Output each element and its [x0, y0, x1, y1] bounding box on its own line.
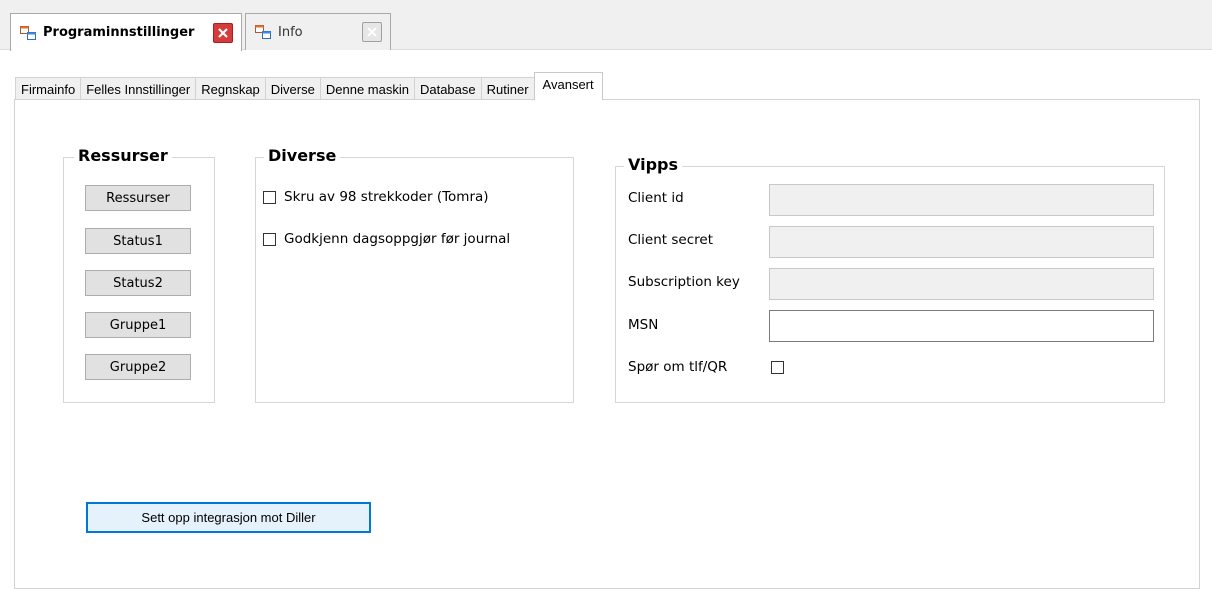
tab-database[interactable]: Database: [413, 77, 482, 100]
settings-tab-row: Firmainfo Felles Innstillinger Regnskap …: [15, 72, 603, 100]
window-app-icon: [255, 25, 271, 39]
tab-denne-maskin[interactable]: Denne maskin: [319, 77, 415, 100]
client-secret-field[interactable]: [769, 226, 1154, 258]
ask-phone-label: Spør om tlf/QR: [628, 359, 728, 375]
doc-tab-info[interactable]: Info: [245, 13, 391, 50]
close-icon[interactable]: [213, 22, 233, 43]
client-secret-label: Client secret: [628, 232, 713, 248]
msn-label: MSN: [628, 317, 659, 333]
tab-firmainfo[interactable]: Firmainfo: [15, 77, 82, 100]
status1-button[interactable]: Status1: [85, 228, 191, 254]
gruppe2-button[interactable]: Gruppe2: [85, 354, 191, 380]
subscription-key-label: Subscription key: [628, 274, 740, 290]
tomra-checkbox[interactable]: [263, 190, 276, 204]
client-id-field[interactable]: [769, 184, 1154, 216]
doc-tab-title: Programinnstillinger: [43, 25, 195, 40]
diller-integration-button[interactable]: Sett opp integrasjon mot Diller: [86, 502, 371, 533]
dagsoppgjor-checkbox-row[interactable]: Godkjenn dagsoppgjør før journal: [263, 231, 510, 247]
ressurser-button[interactable]: Ressurser: [85, 185, 191, 211]
tab-regnskap[interactable]: Regnskap: [195, 77, 266, 100]
tomra-checkbox-label: Skru av 98 strekkoder (Tomra): [284, 189, 489, 205]
ask-phone-checkbox[interactable]: [771, 361, 784, 374]
tab-rutiner[interactable]: Rutiner: [480, 77, 535, 100]
tab-avansert[interactable]: Avansert: [533, 72, 603, 100]
vipps-group-title: Vipps: [624, 155, 683, 175]
doc-tab-programinnstillinger[interactable]: Programinnstillinger: [10, 13, 242, 51]
document-tab-strip: Programinnstillinger Info: [0, 0, 1212, 51]
window-app-icon: [20, 25, 36, 40]
gruppe1-button[interactable]: Gruppe1: [85, 312, 191, 338]
tab-diverse[interactable]: Diverse: [264, 77, 321, 100]
doc-tab-title: Info: [278, 24, 303, 40]
client-id-label: Client id: [628, 190, 684, 206]
msn-field[interactable]: [769, 310, 1154, 342]
tomra-checkbox-row[interactable]: Skru av 98 strekkoder (Tomra): [263, 189, 489, 205]
status2-button[interactable]: Status2: [85, 270, 191, 296]
tab-felles-innstillinger[interactable]: Felles Innstillinger: [80, 77, 197, 100]
dagsoppgjor-checkbox[interactable]: [263, 232, 276, 246]
close-icon[interactable]: [362, 22, 382, 42]
subscription-key-field[interactable]: [769, 268, 1154, 300]
dagsoppgjor-checkbox-label: Godkjenn dagsoppgjør før journal: [284, 231, 511, 247]
diverse-group-title: Diverse: [264, 146, 341, 166]
ressurser-group-title: Ressurser: [74, 146, 172, 166]
